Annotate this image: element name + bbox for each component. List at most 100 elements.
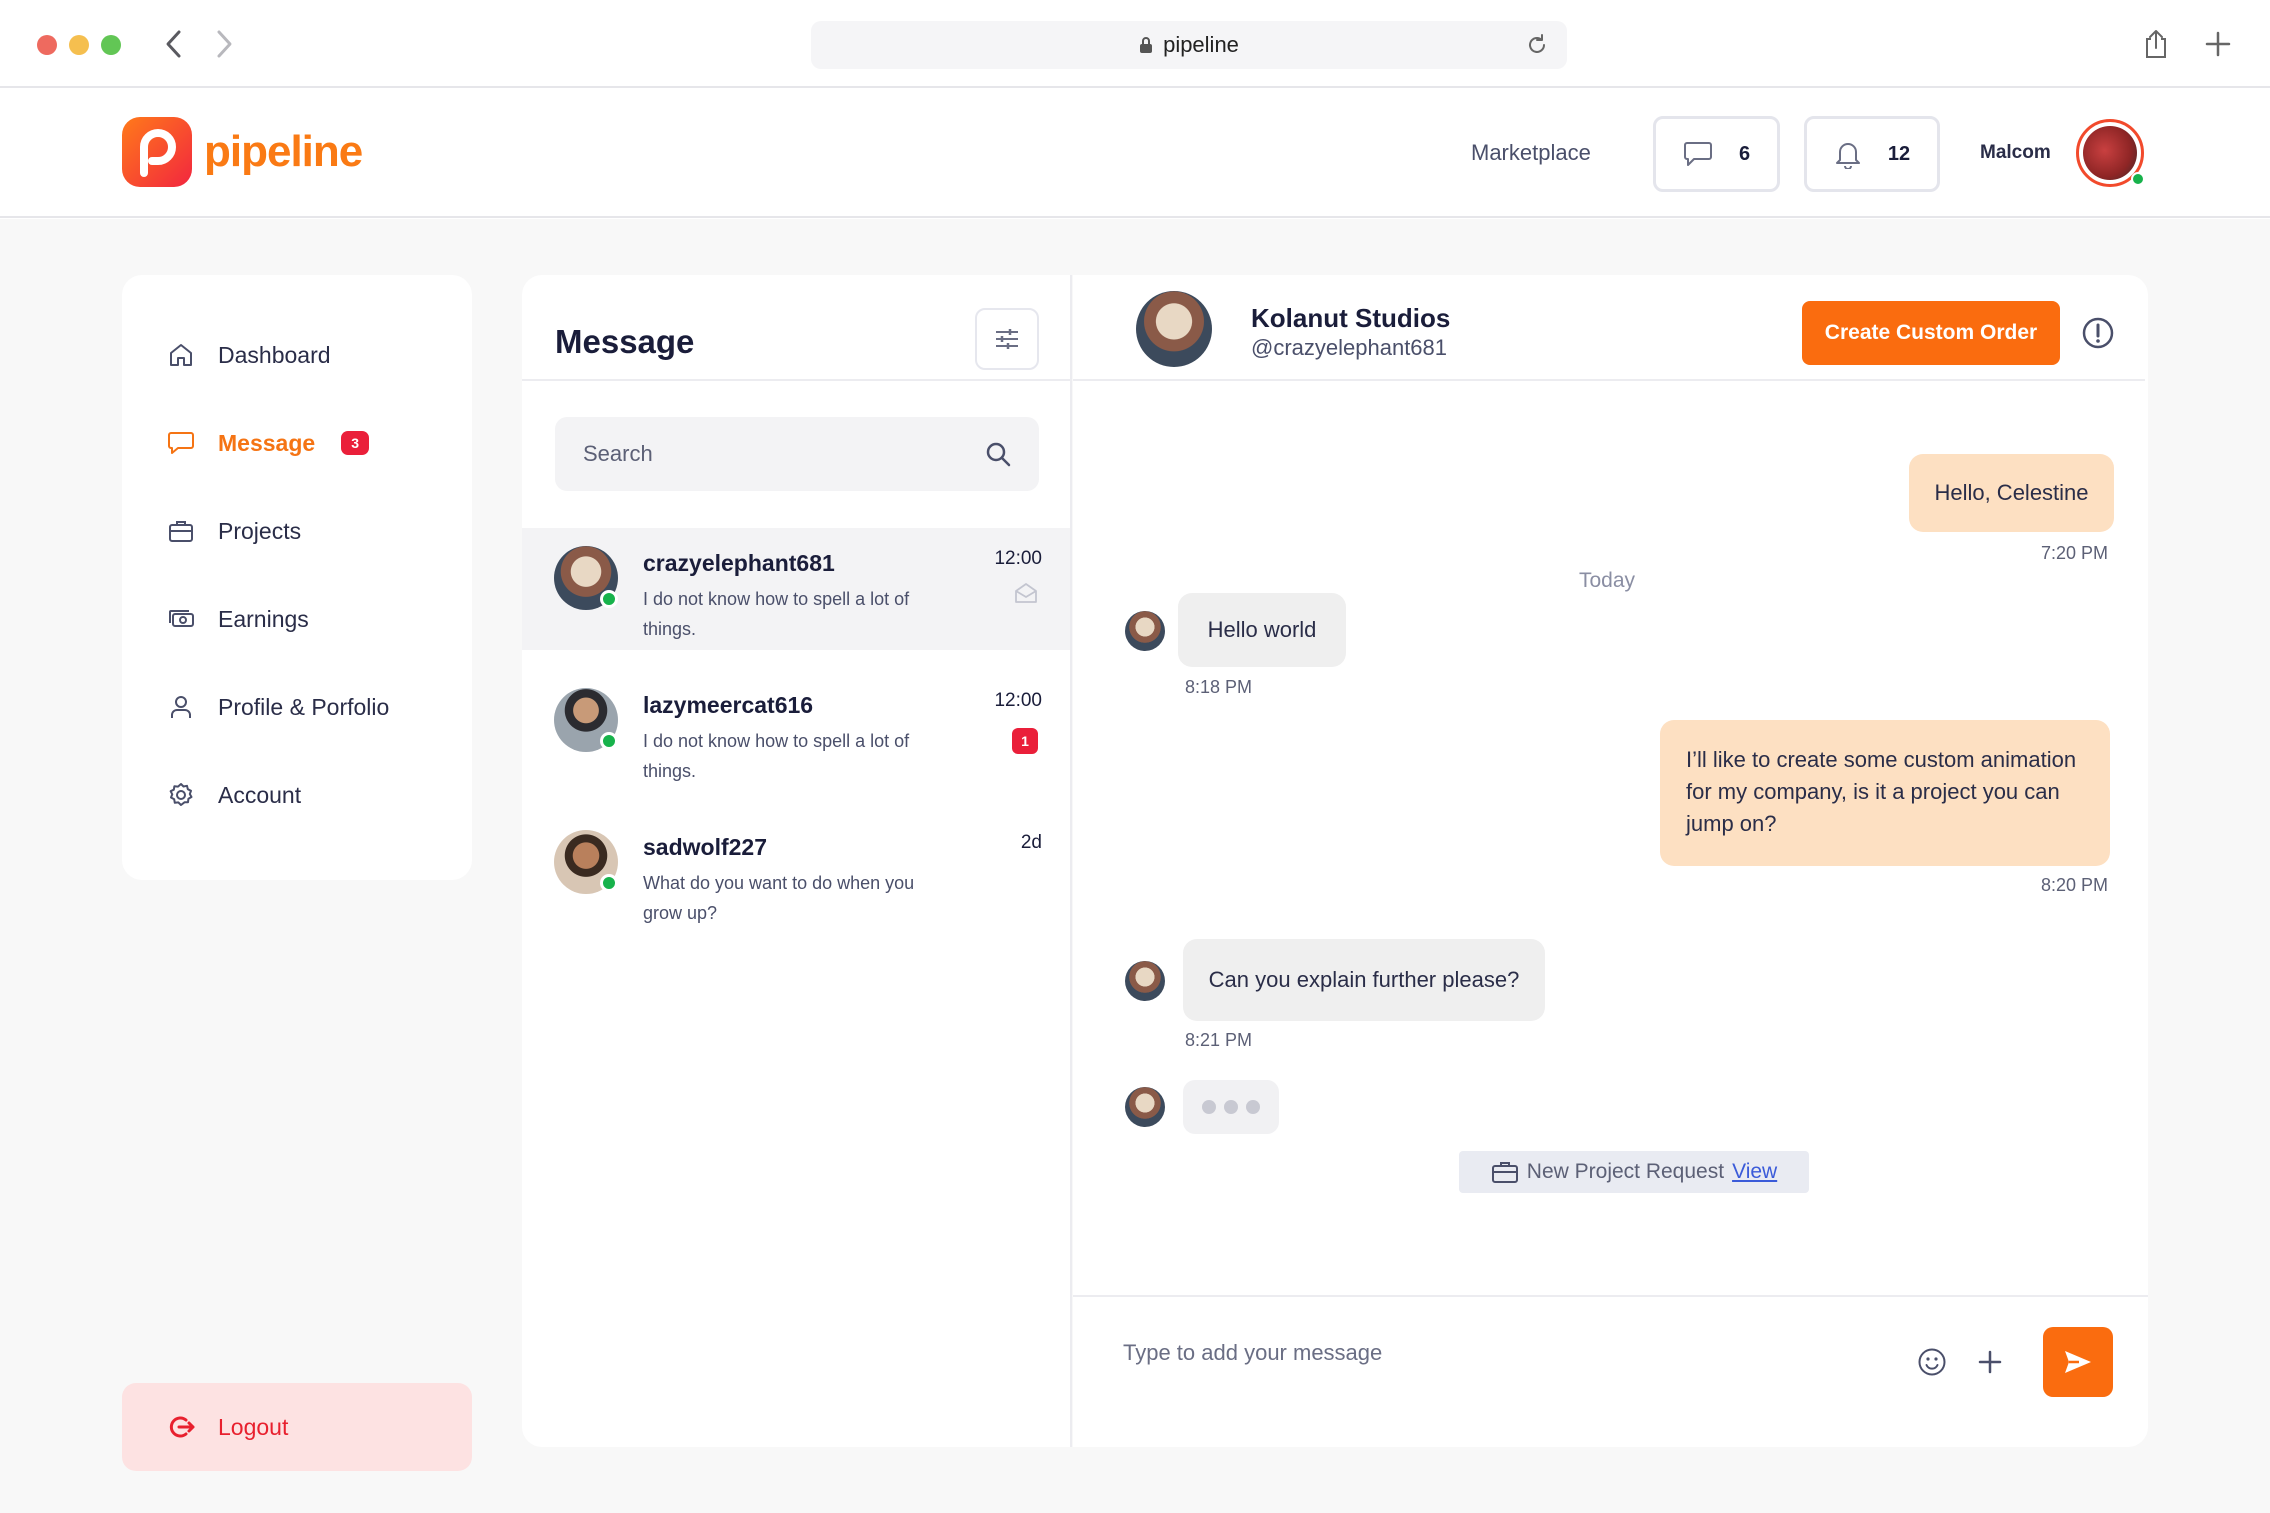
info-button[interactable] — [2078, 313, 2118, 353]
address-bar[interactable]: pipeline — [811, 21, 1567, 69]
conversation-name: sadwolf227 — [643, 834, 767, 860]
conversation-item[interactable]: lazymeercat616 I do not know how to spel… — [522, 670, 1070, 792]
sender-avatar — [1125, 611, 1165, 651]
conversation-time: 12:00 — [994, 548, 1042, 569]
logo-mark-icon — [122, 117, 192, 187]
new-tab-button[interactable] — [2198, 24, 2238, 64]
url-text: pipeline — [1163, 32, 1239, 57]
emoji-button[interactable] — [1912, 1342, 1952, 1382]
smiley-icon — [1918, 1348, 1946, 1376]
sidebar-item-profile[interactable]: Profile & Porfolio — [122, 663, 472, 751]
messages-button[interactable]: 6 — [1653, 116, 1780, 192]
filter-button[interactable] — [975, 308, 1039, 370]
reload-icon — [1529, 34, 1545, 53]
conversation-name: crazyelephant681 — [643, 550, 835, 576]
sliders-icon — [996, 329, 1018, 349]
sidebar-item-projects[interactable]: Projects — [122, 487, 472, 575]
online-indicator — [600, 874, 618, 892]
user-avatar[interactable] — [2076, 119, 2145, 187]
message-bubble-incoming: Can you explain further please? — [1183, 939, 1545, 1021]
logout-button[interactable]: Logout — [122, 1383, 472, 1471]
sender-avatar — [1125, 1087, 1165, 1127]
conversation-time: 12:00 — [994, 690, 1042, 711]
minimize-window-button[interactable] — [69, 35, 89, 55]
sidebar-item-earnings[interactable]: Earnings — [122, 575, 472, 663]
sidebar-item-account[interactable]: Account — [122, 751, 472, 839]
message-time: 8:21 PM — [1185, 1030, 1253, 1050]
typing-dot — [1224, 1100, 1238, 1114]
conversation-item[interactable]: sadwolf227 What do you want to do when y… — [522, 812, 1070, 934]
divider — [1073, 379, 2145, 381]
message-panel-title: Message — [555, 323, 695, 360]
plus-icon — [2205, 31, 2231, 57]
message-time: 7:20 PM — [2041, 543, 2109, 563]
logo-text: pipeline — [204, 127, 363, 176]
search-input[interactable] — [583, 441, 963, 467]
unread-badge-wrap: 1 — [1012, 728, 1038, 754]
search-icon[interactable] — [985, 441, 1011, 467]
notifications-count: 12 — [1887, 142, 1911, 165]
maximize-window-button[interactable] — [101, 35, 121, 55]
message-bubble-incoming: Hello world — [1178, 593, 1346, 667]
message-count-badge: 3 — [341, 431, 370, 455]
sidebar-item-message[interactable]: Message 3 — [122, 399, 472, 487]
chat-icon — [166, 428, 196, 458]
marketplace-link[interactable]: Marketplace — [1471, 140, 1591, 166]
divider — [1073, 1295, 2148, 1297]
online-indicator — [2131, 172, 2145, 186]
info-icon — [2082, 317, 2114, 349]
conversation-preview: What do you want to do when you grow up? — [643, 873, 915, 923]
share-icon — [2146, 30, 2166, 58]
briefcase-icon — [1491, 1162, 1518, 1183]
create-custom-order-button[interactable]: Create Custom Order — [1802, 301, 2060, 365]
unread-badge: 1 — [1012, 728, 1038, 754]
briefcase-icon — [166, 516, 196, 546]
send-button[interactable] — [2043, 1327, 2113, 1397]
day-separator: Today — [1579, 569, 1636, 592]
share-button[interactable] — [2136, 24, 2176, 64]
project-request-notice: New Project Request View — [1459, 1151, 1809, 1193]
money-icon — [166, 604, 196, 634]
pipeline-logo[interactable]: pipeline — [122, 117, 363, 187]
search-box — [555, 417, 1039, 491]
username[interactable]: Malcom — [1980, 142, 2051, 164]
messages-count: 6 — [1738, 142, 1751, 165]
chevron-right-icon — [217, 30, 232, 58]
project-request-text: New Project Request — [1526, 1160, 1725, 1183]
browser-toolbar: pipeline — [0, 0, 2270, 88]
close-window-button[interactable] — [37, 35, 57, 55]
message-input[interactable] — [1123, 1340, 1883, 1366]
sidebar-item-dashboard[interactable]: Dashboard — [122, 311, 472, 399]
plus-icon — [1978, 1350, 2002, 1374]
project-request-view-link[interactable]: View — [1732, 1160, 1777, 1184]
chevron-left-icon — [166, 30, 181, 58]
logout-icon — [166, 1412, 196, 1442]
send-icon — [2065, 1351, 2091, 1373]
user-icon — [166, 692, 196, 722]
avatar-image — [2083, 126, 2137, 180]
sidebar-item-label: Profile & Porfolio — [218, 693, 390, 720]
lock-icon — [1140, 37, 1153, 53]
notifications-button[interactable]: 12 — [1804, 116, 1940, 192]
logout-label: Logout — [218, 1413, 289, 1440]
typing-indicator — [1183, 1080, 1279, 1134]
typing-dot — [1202, 1100, 1216, 1114]
reload-button[interactable] — [1525, 33, 1549, 63]
contact-avatar[interactable] — [1136, 291, 1212, 367]
contact-name: Kolanut Studios — [1251, 303, 1451, 333]
forward-button[interactable] — [204, 24, 244, 64]
conversation-item[interactable]: crazyelephant681 I do not know how to sp… — [522, 528, 1070, 650]
conversation-preview: I do not know how to spell a lot of thin… — [643, 731, 910, 781]
attach-button[interactable] — [1970, 1342, 2010, 1382]
message-time: 8:20 PM — [2041, 875, 2109, 895]
read-envelope-icon — [1014, 582, 1038, 609]
app-header: pipeline Marketplace 6 12 Malcom — [0, 88, 2270, 218]
sidebar-item-label: Dashboard — [218, 341, 331, 368]
typing-dot — [1246, 1100, 1260, 1114]
back-button[interactable] — [154, 24, 194, 64]
conversation-name: lazymeercat616 — [643, 692, 814, 718]
sidebar-item-label: Projects — [218, 517, 302, 544]
message-bubble-outgoing: I’ll like to create some custom animatio… — [1660, 720, 2110, 866]
conversation-time: 2d — [1020, 832, 1042, 853]
chat-icon — [1683, 142, 1712, 166]
